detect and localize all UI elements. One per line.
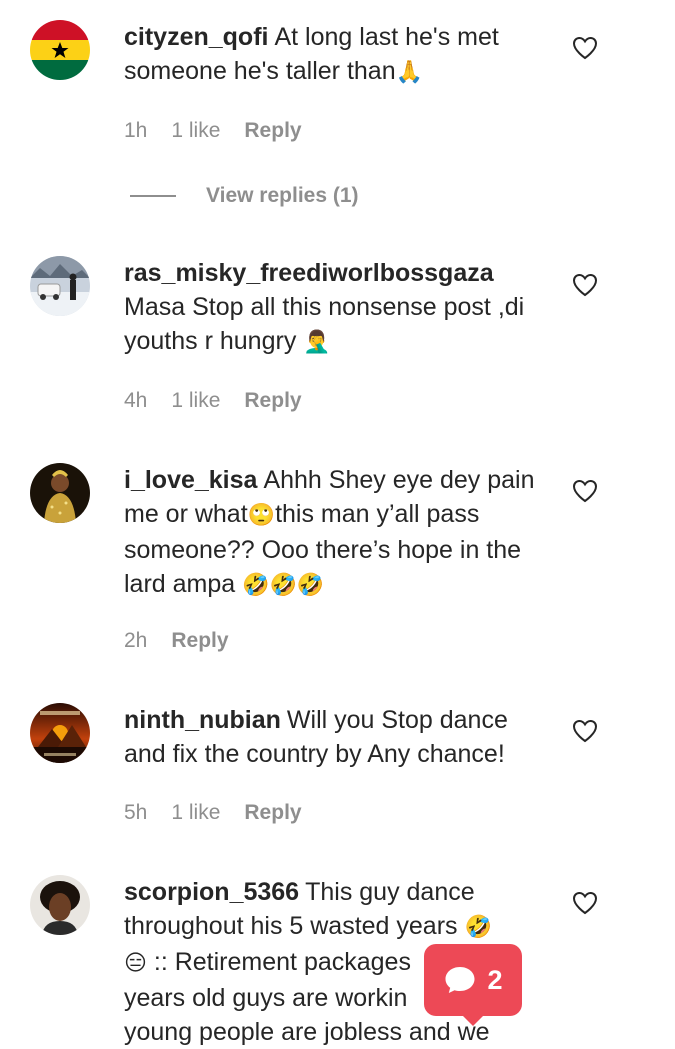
comment-meta: 4h 1 like Reply (124, 389, 302, 413)
timestamp: 2h (124, 629, 148, 652)
reply-button[interactable]: Reply (244, 801, 301, 825)
avatar[interactable] (30, 875, 90, 935)
heart-outline-icon (572, 479, 598, 503)
like-count[interactable]: 1 like (171, 389, 220, 413)
comment-meta: 5h 1 like Reply (124, 801, 302, 825)
like-button[interactable] (572, 719, 598, 743)
view-replies-button[interactable]: View replies (1) (130, 184, 359, 208)
rolling-laughing-emoji: 🤣 (464, 915, 492, 940)
rolling-laughing-emoji: 🤣🤣🤣 (242, 573, 325, 598)
snow-photo-avatar (30, 256, 90, 316)
expressionless-emoji: 😑 (124, 951, 147, 976)
comment-body-continued: young people are jobless and we (124, 1018, 490, 1046)
username[interactable]: ninth_nubian (124, 706, 281, 734)
comment-bubble-icon (445, 967, 475, 993)
like-button[interactable] (572, 273, 598, 297)
comment-text: ras_misky_freediworlbossgaza Masa Stop a… (124, 256, 554, 360)
reply-button[interactable]: Reply (244, 389, 301, 413)
like-button[interactable] (572, 479, 598, 503)
heart-outline-icon (572, 719, 598, 743)
comment-text: cityzen_qofi At long last he's met someon… (124, 20, 554, 90)
comment-meta: 2h Reply (124, 629, 229, 653)
pyramid-photo-avatar (30, 703, 90, 763)
username[interactable]: cityzen_qofi (124, 23, 268, 51)
avatar[interactable] (30, 20, 90, 80)
like-button[interactable] (572, 891, 598, 915)
comment-notification-badge[interactable]: 2 (424, 944, 522, 1026)
like-button[interactable] (572, 36, 598, 60)
divider (130, 195, 176, 197)
username[interactable]: i_love_kisa (124, 466, 257, 494)
heart-outline-icon (572, 891, 598, 915)
comment-body-continued: years old guys are workin (124, 984, 408, 1012)
avatar[interactable] (30, 256, 90, 316)
reply-button[interactable]: Reply (171, 629, 228, 653)
comment-text: i_love_kisa Ahhh Shey eye dey pain me or … (124, 463, 554, 603)
folded-hands-emoji: 🙏 (395, 60, 424, 85)
reply-button[interactable]: Reply (244, 119, 301, 143)
view-replies-label: View replies (1) (206, 184, 359, 207)
comment-text: ninth_nubian Will you Stop dance and fix … (124, 703, 554, 771)
portrait-photo-avatar (30, 875, 90, 935)
timestamp: 4h (124, 389, 148, 412)
heart-outline-icon (572, 36, 598, 60)
like-count[interactable]: 1 like (171, 801, 220, 825)
heart-outline-icon (572, 273, 598, 297)
person-photo-avatar (30, 463, 90, 523)
ghana-flag-icon (30, 20, 90, 80)
avatar[interactable] (30, 463, 90, 523)
avatar[interactable] (30, 703, 90, 763)
facepalm-emoji: 🤦‍♂️ (303, 330, 331, 355)
timestamp: 1h (124, 119, 148, 142)
eye-roll-emoji: 🙄 (247, 503, 276, 528)
timestamp: 5h (124, 801, 148, 824)
comment-meta: 1h 1 like Reply (124, 119, 302, 143)
username[interactable]: ras_misky_freediworlbossgaza (124, 259, 494, 287)
comment-body-continued: :: Retirement packages (153, 948, 411, 976)
username[interactable]: scorpion_5366 (124, 878, 299, 906)
notification-count: 2 (487, 964, 503, 995)
like-count[interactable]: 1 like (171, 119, 220, 143)
